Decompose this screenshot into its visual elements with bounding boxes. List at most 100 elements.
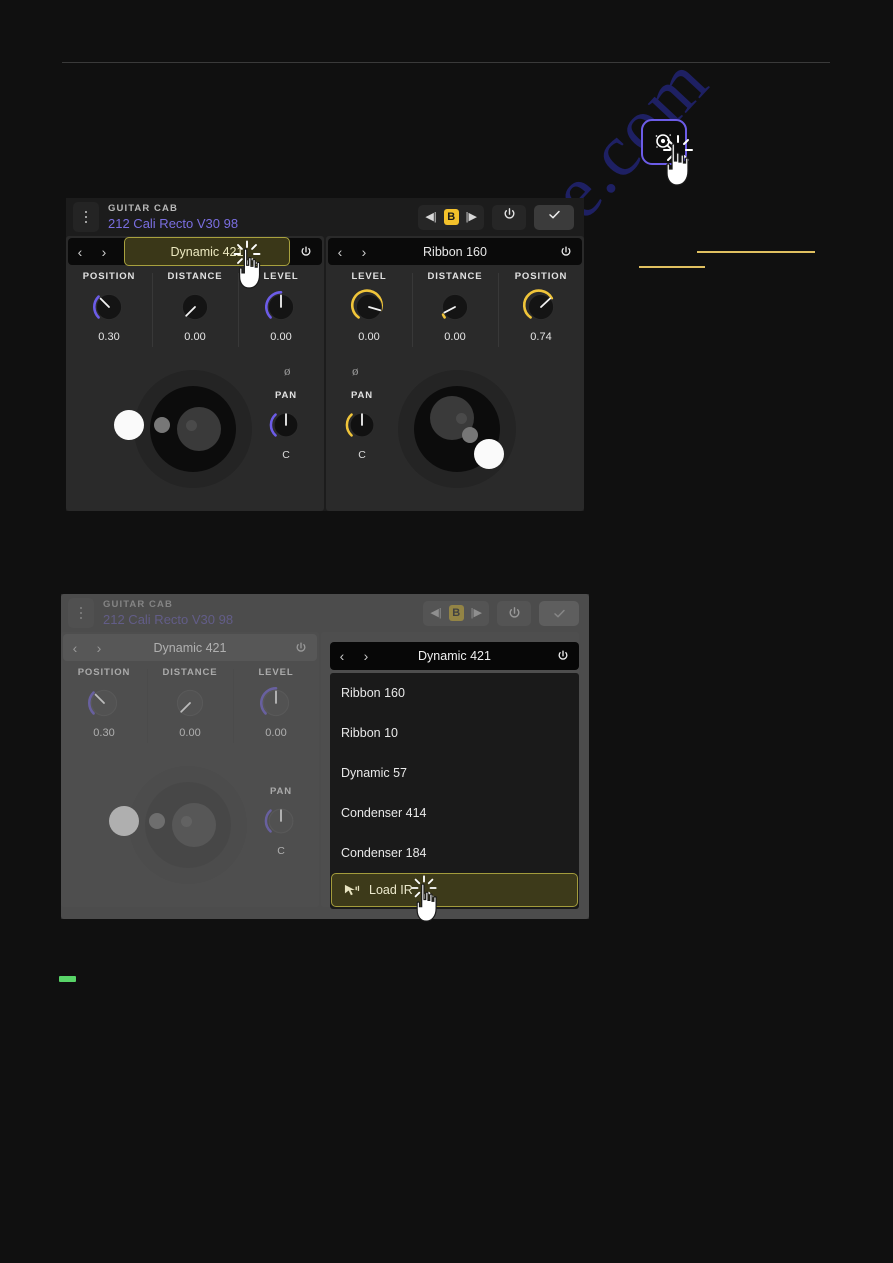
- pan-value: C: [277, 845, 285, 857]
- knob-value: 0.00: [270, 331, 292, 343]
- knob-dial[interactable]: [350, 288, 388, 326]
- magnifier-sparkle-icon: [652, 130, 676, 154]
- knob-level-a: LEVEL 0.00: [233, 661, 319, 753]
- menu-kebab-icon[interactable]: [73, 202, 99, 232]
- mic-position-dot-inactive: [186, 420, 197, 431]
- knob-dial[interactable]: [171, 684, 209, 722]
- knob-value: 0.00: [184, 331, 206, 343]
- slot-indicator[interactable]: B: [443, 209, 459, 225]
- phase-invert-icon[interactable]: ø: [352, 363, 359, 379]
- menu-kebab-icon[interactable]: [68, 598, 94, 628]
- knob-label: LEVEL: [258, 667, 294, 678]
- panel-eyebrow: GUITAR CAB: [108, 202, 178, 214]
- mic-a-next-button[interactable]: ›: [92, 244, 116, 260]
- mic-position-dot-active-b[interactable]: [474, 439, 504, 469]
- power-icon: [502, 207, 517, 227]
- pan-dial-a[interactable]: [268, 407, 304, 443]
- speaker-cone-b[interactable]: [398, 370, 516, 488]
- knob-dial[interactable]: [257, 684, 295, 722]
- mic-a-cone-area-dimmed: PAN C: [61, 753, 319, 903]
- panel-power-button[interactable]: [497, 600, 531, 626]
- mic-b-power-button[interactable]: [559, 245, 573, 259]
- pan-label: PAN: [269, 786, 293, 797]
- slot-next-button[interactable]: |▶: [471, 607, 482, 619]
- cone-dustcap: [177, 407, 221, 451]
- dropdown-header[interactable]: ‹ › Dynamic 421: [330, 642, 579, 670]
- dropdown-list: Ribbon 160 Ribbon 10 Dynamic 57 Condense…: [330, 673, 579, 909]
- mic-channel-a-dimmed: ‹ › Dynamic 421 POSITION 0.30 DISTANCE 0…: [61, 632, 319, 907]
- mic-channel-a: ‹ › POSITION 0.30 DISTANCE 0.00 LEVEL 0.…: [66, 236, 324, 511]
- mic-position-dot-inactive: [456, 413, 467, 424]
- knob-position-a: POSITION 0.30: [66, 265, 152, 357]
- mic-b-knobs: LEVEL 0.00 DISTANCE 0.00 POSITION 0.74: [326, 265, 584, 357]
- mic-a-selector-highlighted[interactable]: Dynamic 421: [124, 237, 290, 266]
- pan-value: C: [282, 449, 290, 461]
- mic-b-next-button[interactable]: ›: [352, 244, 376, 260]
- green-marker: [59, 976, 76, 982]
- knob-dial[interactable]: [176, 288, 214, 326]
- slot-indicator[interactable]: B: [448, 605, 464, 621]
- knob-dial[interactable]: [262, 288, 300, 326]
- knob-position-a: POSITION 0.30: [61, 661, 147, 753]
- check-icon: [547, 207, 562, 227]
- panel-power-button[interactable]: [492, 204, 526, 230]
- pan-dial-b[interactable]: [344, 407, 380, 443]
- knob-dial[interactable]: [522, 288, 560, 326]
- mic-position-dot-secondary: [462, 427, 478, 443]
- pan-control-a: PAN C: [259, 390, 313, 461]
- mic-a-next-button[interactable]: ›: [87, 640, 111, 656]
- knob-dial[interactable]: [85, 684, 123, 722]
- slot-prev-button[interactable]: ◀|: [425, 211, 436, 223]
- mic-position-dot-active-a[interactable]: [109, 806, 139, 836]
- power-icon: [508, 606, 520, 618]
- preset-name[interactable]: 212 Cali Recto V30 98: [103, 613, 233, 627]
- phase-invert-icon[interactable]: ø: [284, 363, 291, 379]
- preset-name[interactable]: 212 Cali Recto V30 98: [108, 217, 238, 231]
- knob-label: DISTANCE: [162, 667, 218, 678]
- load-ir-icon: [343, 883, 360, 898]
- knob-label: POSITION: [77, 667, 131, 678]
- confirm-button[interactable]: [534, 204, 574, 230]
- dropdown-item-condenser-414[interactable]: Condenser 414: [330, 793, 579, 833]
- panel-header: GUITAR CAB 212 Cali Recto V30 98 ◀| B |▶: [66, 198, 584, 236]
- knob-label: POSITION: [514, 271, 568, 282]
- panel-header-actions: ◀| B |▶: [423, 600, 589, 626]
- cone-dustcap: [172, 803, 216, 847]
- pan-dial-a[interactable]: [263, 803, 299, 839]
- mic-a-cone-area: ø PAN C: [66, 357, 324, 507]
- knob-value: 0.30: [93, 727, 115, 739]
- mic-position-dot-active-a[interactable]: [114, 410, 144, 440]
- knob-label: DISTANCE: [427, 271, 483, 282]
- search-button[interactable]: [641, 119, 687, 165]
- knob-value: 0.74: [530, 331, 552, 343]
- mic-a-knobs: POSITION 0.30 DISTANCE 0.00 LEVEL 0.00: [66, 265, 324, 357]
- top-divider: [62, 62, 830, 63]
- mic-a-name: Dynamic 421: [170, 244, 244, 259]
- mic-a-power-button[interactable]: [299, 245, 313, 259]
- slot-next-button[interactable]: |▶: [466, 211, 477, 223]
- dropdown-item-ribbon-10[interactable]: Ribbon 10: [330, 713, 579, 753]
- dropdown-item-load-ir[interactable]: Load IR: [331, 873, 578, 907]
- dropdown-item-condenser-184[interactable]: Condenser 184: [330, 833, 579, 873]
- knob-label: POSITION: [82, 271, 136, 282]
- knob-label: DISTANCE: [167, 271, 223, 282]
- confirm-button[interactable]: [539, 600, 579, 626]
- knob-distance-a: DISTANCE 0.00: [152, 265, 238, 357]
- slot-prev-button[interactable]: ◀|: [430, 607, 441, 619]
- mic-b-prev-button[interactable]: ‹: [328, 244, 352, 260]
- panel-eyebrow: GUITAR CAB: [103, 598, 173, 610]
- mic-a-prev-button[interactable]: ‹: [63, 640, 87, 656]
- mic-a-power-button[interactable]: [294, 641, 308, 655]
- knob-dial[interactable]: [436, 288, 474, 326]
- slot-selector: ◀| B |▶: [418, 204, 484, 230]
- dropdown-item-dynamic-57[interactable]: Dynamic 57: [330, 753, 579, 793]
- dropdown-item-ribbon-160[interactable]: Ribbon 160: [330, 673, 579, 713]
- knob-dial[interactable]: [90, 288, 128, 326]
- mic-b-selector[interactable]: ‹ › Ribbon 160: [328, 238, 582, 265]
- mic-a-selector-dimmed[interactable]: ‹ › Dynamic 421: [63, 634, 317, 661]
- mic-b-cone-area: ø PAN C: [326, 357, 584, 507]
- knob-value: 0.00: [444, 331, 466, 343]
- pan-control-b: PAN C: [335, 390, 389, 461]
- check-icon: [553, 609, 565, 617]
- mic-a-prev-button[interactable]: ‹: [68, 244, 92, 260]
